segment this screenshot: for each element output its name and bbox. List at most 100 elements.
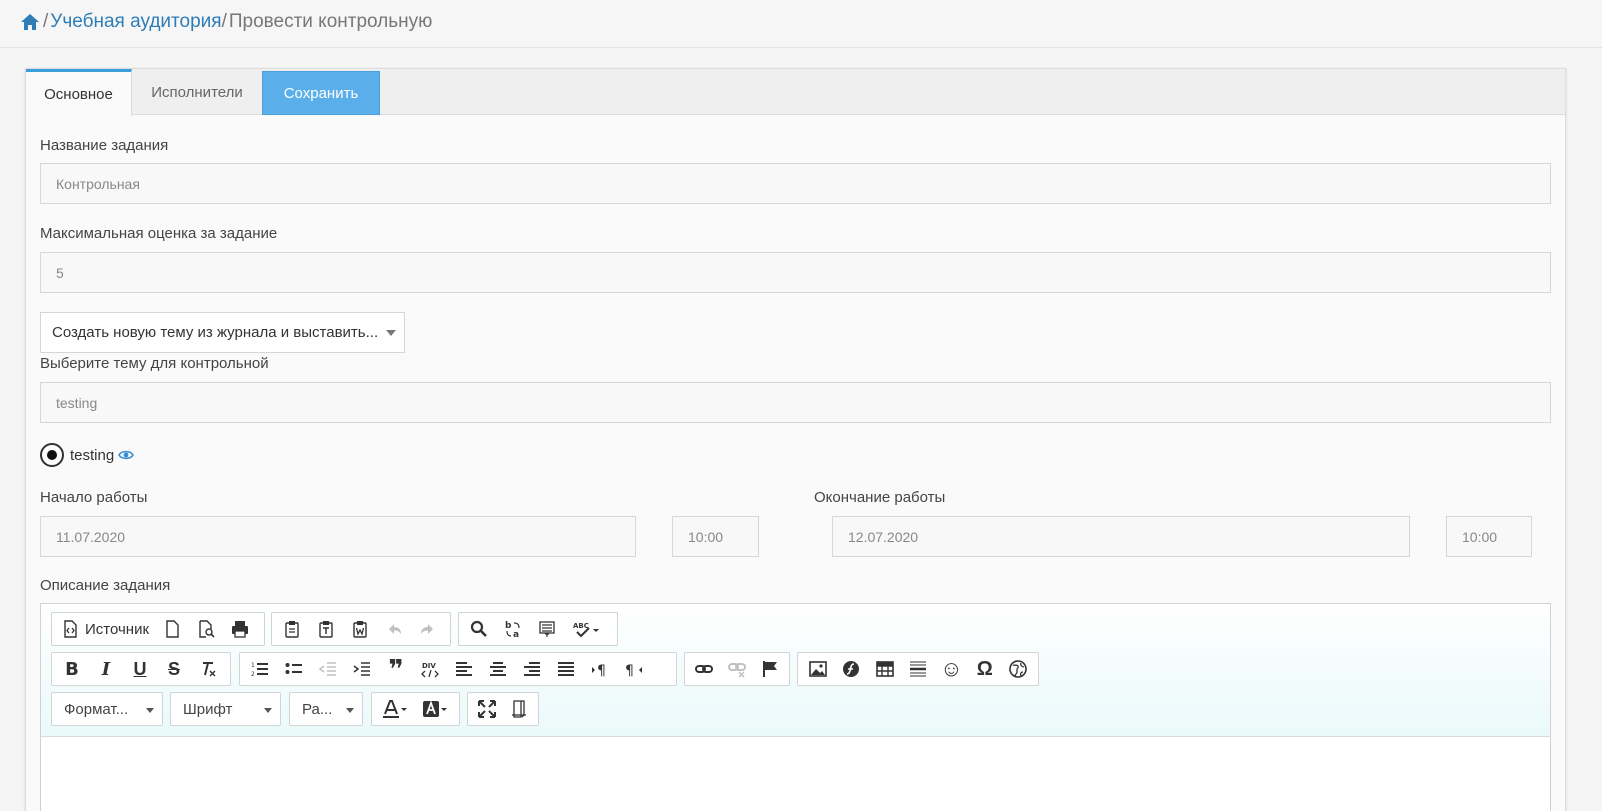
size-combo[interactable]: Ра... [289, 692, 363, 726]
preview-icon [199, 620, 215, 638]
toolbar-group-basicstyles: B I U S [51, 652, 231, 686]
end-label: Окончание работы [814, 489, 946, 506]
format-combo-label: Формат... [64, 700, 129, 718]
font-combo-label: Шрифт [183, 700, 233, 718]
new-page-button[interactable] [155, 615, 189, 643]
print-button[interactable] [223, 615, 257, 643]
description-label: Описание задания [40, 577, 171, 594]
undo-button[interactable] [377, 615, 411, 643]
bg-color-button[interactable] [415, 695, 455, 723]
source-button[interactable]: Источник [55, 615, 155, 643]
justify-button[interactable] [549, 655, 583, 683]
radio-dot [47, 450, 57, 460]
preview-button[interactable] [189, 615, 223, 643]
align-right-button[interactable] [515, 655, 549, 683]
breadcrumb-link-classroom[interactable]: Учебная аудитория [50, 10, 221, 34]
start-date-input[interactable]: 11.07.2020 [40, 516, 636, 557]
globe-icon [1009, 660, 1028, 678]
link-icon [695, 665, 714, 673]
paste-button[interactable] [275, 615, 309, 643]
numbered-list-icon: 12 [251, 662, 268, 678]
svg-text:ABC: ABC [573, 622, 589, 630]
tab-main[interactable]: Основное [26, 69, 132, 116]
table-icon [875, 661, 894, 677]
svg-text:a: a [513, 630, 519, 638]
replace-icon: ba [505, 621, 520, 638]
indent-button[interactable] [345, 655, 379, 683]
size-combo-label: Ра... [302, 700, 333, 718]
start-time-input[interactable]: 10:00 [672, 516, 759, 557]
source-label: Источник [85, 620, 150, 638]
format-combo[interactable]: Формат... [51, 692, 163, 726]
bold-button[interactable]: B [55, 655, 89, 683]
align-center-button[interactable] [481, 655, 515, 683]
topic-mode-select[interactable]: Создать новую тему из журнала и выставит… [40, 312, 405, 353]
editor-toolbar: Источник ba ABC B I U S 1 2 ❞ DIV ¶ ¶ ☺ … [41, 604, 1550, 737]
align-left-button[interactable] [447, 655, 481, 683]
bulleted-list-button[interactable] [277, 655, 311, 683]
svg-text:2: 2 [251, 671, 255, 678]
end-date-input[interactable]: 12.07.2020 [832, 516, 1410, 557]
topic-radio-label: testing [70, 446, 115, 464]
topic-input[interactable]: testing [40, 382, 1551, 423]
image-icon [808, 661, 827, 677]
spellcheck-button[interactable]: ABC [564, 615, 608, 643]
special-char-button[interactable]: Ω [968, 655, 1001, 683]
paste-text-button[interactable] [309, 615, 343, 643]
outdent-button[interactable] [311, 655, 345, 683]
remove-format-button[interactable] [191, 655, 225, 683]
rtl-button[interactable]: ¶ [617, 655, 651, 683]
find-button[interactable] [462, 615, 496, 643]
iframe-button[interactable] [1002, 655, 1035, 683]
smiley-button[interactable]: ☺ [935, 655, 968, 683]
bg-color-icon [423, 700, 447, 717]
blockquote-button[interactable]: ❞ [379, 654, 413, 684]
align-right-icon [524, 662, 540, 676]
paste-word-button[interactable] [343, 615, 377, 643]
unlink-button[interactable] [721, 655, 754, 683]
link-button[interactable] [688, 655, 721, 683]
topic-radio[interactable] [40, 443, 64, 467]
eye-icon[interactable] [118, 449, 135, 461]
new-page-icon [166, 620, 179, 638]
text-color-button[interactable] [375, 695, 415, 723]
outdent-icon [319, 662, 336, 676]
undo-icon [389, 624, 401, 634]
horizontal-rule-button[interactable] [901, 655, 934, 683]
italic-button[interactable]: I [89, 655, 123, 683]
toolbar-group-tools [467, 692, 539, 726]
create-div-button[interactable]: DIV [413, 655, 447, 683]
editor-content-area[interactable] [41, 738, 1550, 811]
ltr-button[interactable]: ¶ [583, 655, 617, 683]
save-button[interactable]: Сохранить [262, 71, 380, 115]
toolbar-group-search: ba ABC [458, 612, 618, 646]
strike-button[interactable]: S [157, 655, 191, 683]
align-left-icon [456, 662, 472, 676]
flag-icon [762, 661, 777, 677]
show-blocks-button[interactable] [503, 695, 535, 723]
font-combo[interactable]: Шрифт [170, 692, 281, 726]
numbered-list-button[interactable]: 12 [243, 655, 277, 683]
ltr-icon: ¶ [592, 663, 606, 678]
home-icon[interactable] [20, 13, 40, 31]
show-blocks-icon [512, 700, 526, 718]
image-button[interactable] [801, 655, 834, 683]
print-icon [232, 621, 249, 638]
replace-button[interactable]: ba [496, 615, 530, 643]
anchor-button[interactable] [753, 655, 786, 683]
table-button[interactable] [868, 655, 901, 683]
maximize-button[interactable] [471, 695, 503, 723]
text-color-icon [383, 700, 407, 718]
flash-button[interactable] [834, 655, 867, 683]
redo-button[interactable] [411, 615, 445, 643]
flash-icon [843, 661, 860, 677]
end-time-input[interactable]: 10:00 [1446, 516, 1532, 557]
select-all-button[interactable] [530, 615, 564, 643]
justify-icon [558, 662, 574, 676]
max-grade-input[interactable]: 5 [40, 252, 1551, 293]
task-name-input[interactable]: Контрольная [40, 163, 1551, 204]
description-editor: Источник ba ABC B I U S 1 2 ❞ DIV ¶ ¶ ☺ … [40, 603, 1551, 811]
underline-button[interactable]: U [123, 655, 157, 683]
toolbar-group-insert: ☺ Ω [797, 652, 1039, 686]
tab-executors[interactable]: Исполнители [132, 69, 262, 115]
